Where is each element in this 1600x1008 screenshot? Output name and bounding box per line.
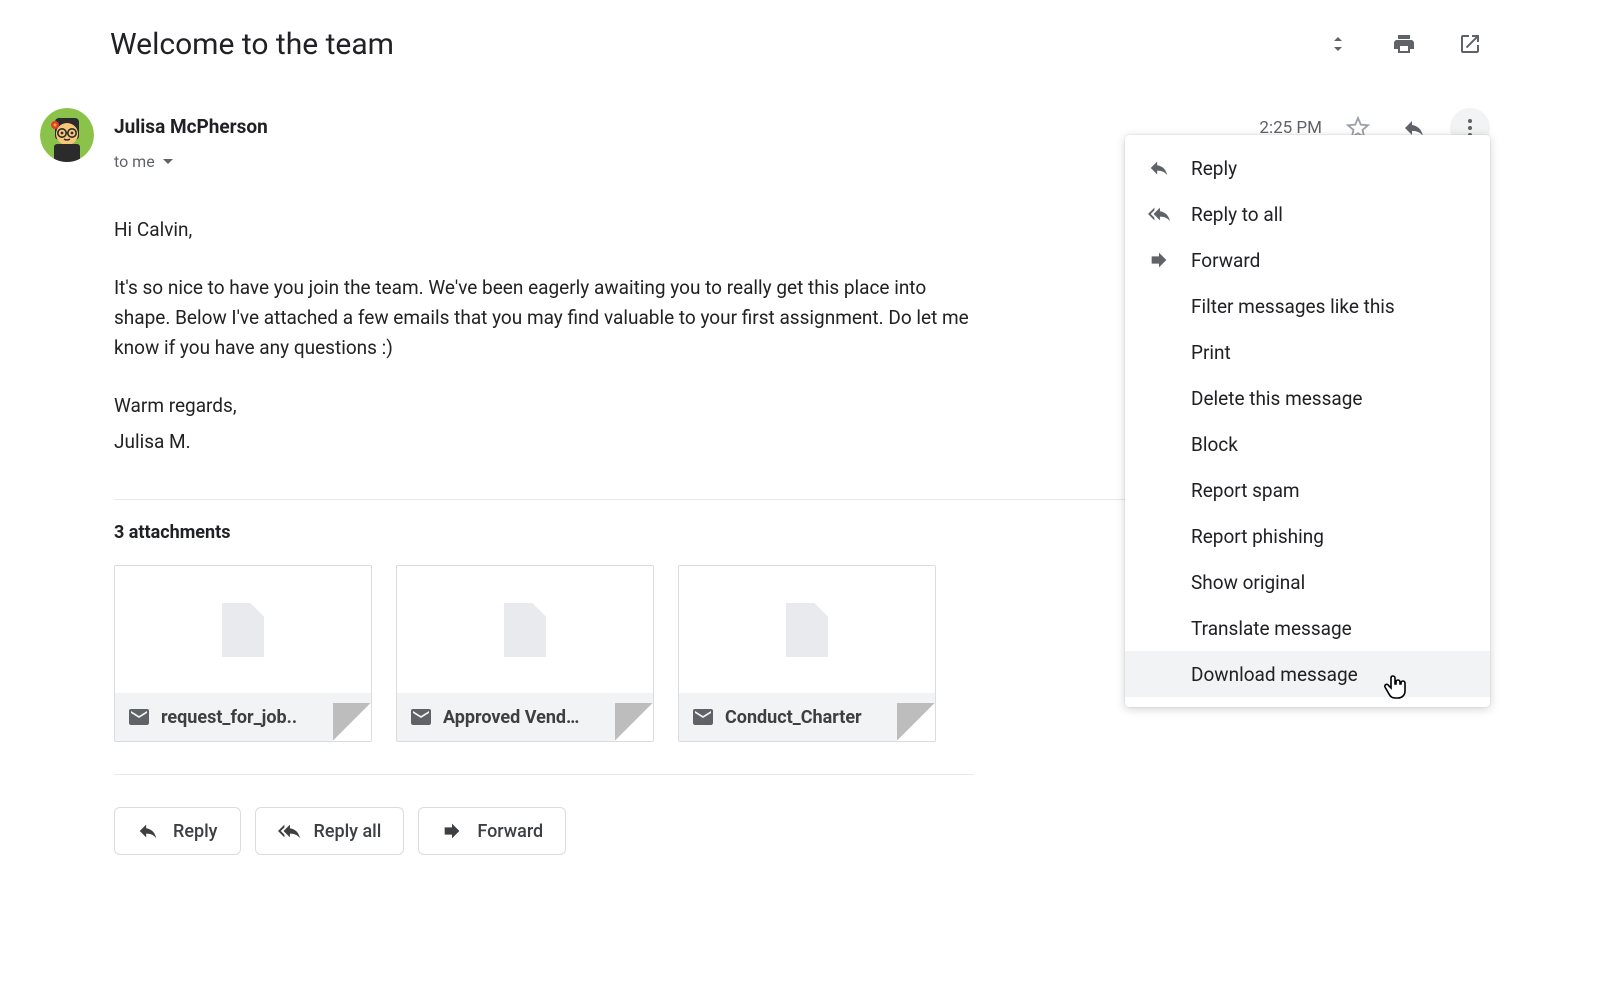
reply-icon (137, 820, 159, 842)
attachment-card[interactable]: Approved Vend… (396, 565, 654, 742)
expand-collapse-icon[interactable] (1318, 24, 1358, 64)
forward-label: Forward (477, 821, 543, 842)
menu-label: Report phishing (1191, 525, 1324, 548)
attachment-card[interactable]: request_for_job.. (114, 565, 372, 742)
footer-actions: Reply Reply all Forward (114, 807, 1490, 855)
menu-label: Filter messages like this (1191, 295, 1395, 318)
to-label: to me (114, 152, 155, 171)
attachment-card[interactable]: Conduct_Charter (678, 565, 936, 742)
menu-label: Translate message (1191, 617, 1352, 640)
print-icon[interactable] (1384, 24, 1424, 64)
attachment-name: request_for_job.. (161, 707, 297, 728)
menu-filter[interactable]: Filter messages like this (1125, 283, 1490, 329)
reply-button[interactable]: Reply (114, 807, 241, 855)
open-new-window-icon[interactable] (1450, 24, 1490, 64)
divider (114, 774, 974, 775)
file-icon (786, 603, 828, 657)
body-signoff2: Julisa M. (114, 427, 984, 457)
menu-report-phishing[interactable]: Report phishing (1125, 513, 1490, 559)
reply-all-icon (1148, 203, 1170, 225)
email-header: Welcome to the team (110, 24, 1490, 64)
reply-label: Reply (173, 821, 218, 842)
dogear-icon (897, 703, 935, 741)
menu-print[interactable]: Print (1125, 329, 1490, 375)
menu-forward[interactable]: Forward (1125, 237, 1490, 283)
menu-block[interactable]: Block (1125, 421, 1490, 467)
menu-label: Print (1191, 341, 1231, 364)
menu-delete[interactable]: Delete this message (1125, 375, 1490, 421)
menu-reply[interactable]: Reply (1125, 145, 1490, 191)
menu-label: Report spam (1191, 479, 1300, 502)
dogear-icon (615, 703, 653, 741)
menu-download[interactable]: Download message (1125, 651, 1490, 697)
menu-translate[interactable]: Translate message (1125, 605, 1490, 651)
forward-icon (441, 820, 463, 842)
forward-icon (1148, 249, 1170, 271)
dogear-icon (333, 703, 371, 741)
menu-label: Delete this message (1191, 387, 1363, 410)
mail-icon (691, 705, 715, 729)
body-greeting: Hi Calvin, (114, 215, 984, 245)
menu-label: Forward (1191, 249, 1260, 272)
forward-button[interactable]: Forward (418, 807, 566, 855)
menu-label: Block (1191, 433, 1238, 456)
header-actions (1318, 24, 1490, 64)
chevron-down-icon (163, 159, 173, 164)
email-subject: Welcome to the team (110, 27, 394, 62)
menu-report-spam[interactable]: Report spam (1125, 467, 1490, 513)
mail-icon (127, 705, 151, 729)
body-paragraph: It's so nice to have you join the team. … (114, 273, 984, 363)
file-icon (222, 603, 264, 657)
menu-reply-all[interactable]: Reply to all (1125, 191, 1490, 237)
menu-show-original[interactable]: Show original (1125, 559, 1490, 605)
body-signoff1: Warm regards, (114, 391, 984, 421)
attachment-name: Approved Vend… (443, 707, 579, 728)
menu-label: Reply to all (1191, 203, 1283, 226)
menu-label: Download message (1191, 663, 1358, 686)
message-actions-menu: Reply Reply to all Forward Filter messag… (1125, 135, 1490, 707)
reply-icon (1148, 157, 1170, 179)
menu-label: Reply (1191, 157, 1237, 180)
file-icon (504, 603, 546, 657)
sender-name: Julisa McPherson (114, 115, 268, 138)
mail-icon (409, 705, 433, 729)
reply-all-icon (278, 820, 300, 842)
reply-all-label: Reply all (314, 821, 382, 842)
email-body: Hi Calvin, It's so nice to have you join… (114, 215, 984, 457)
reply-all-button[interactable]: Reply all (255, 807, 405, 855)
sender-avatar[interactable] (40, 108, 94, 162)
attachment-name: Conduct_Charter (725, 707, 862, 728)
menu-label: Show original (1191, 571, 1305, 594)
